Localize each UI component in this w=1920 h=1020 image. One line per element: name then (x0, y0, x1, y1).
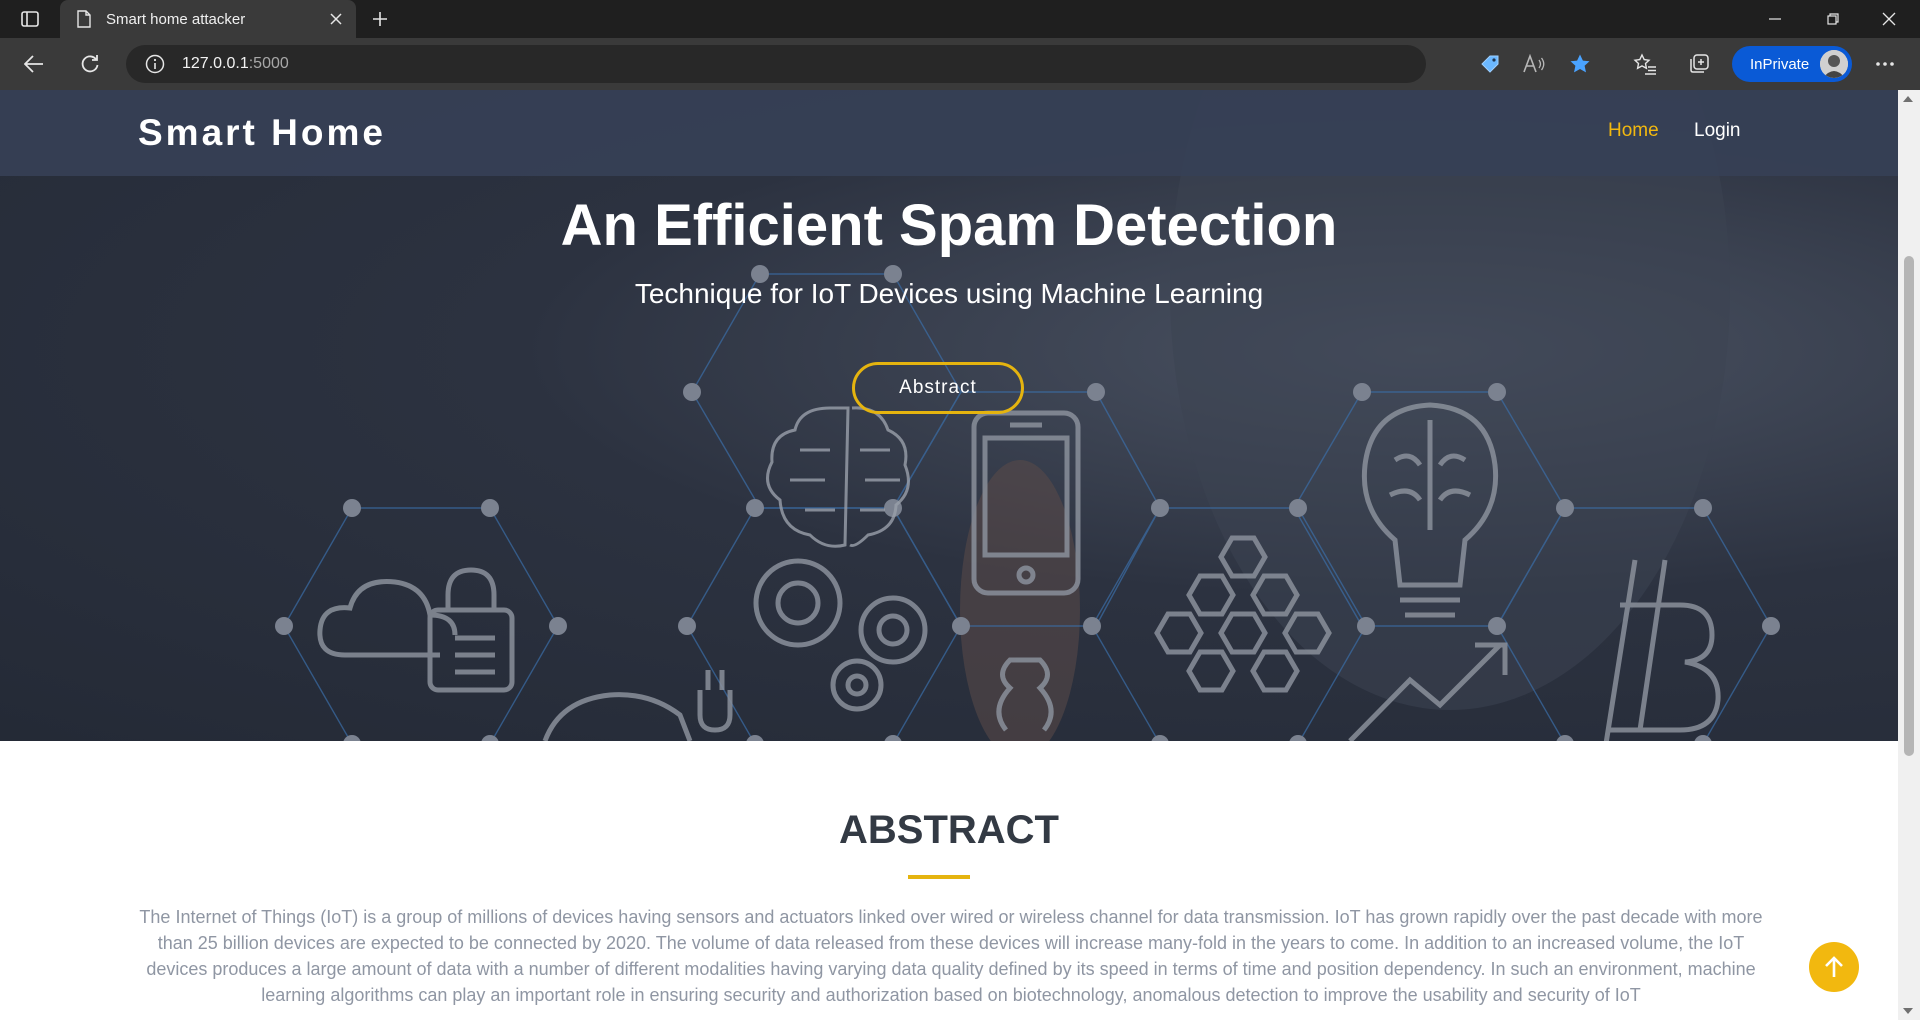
hero-title: An Efficient Spam Detection (560, 193, 1338, 258)
arrow-up-icon (1825, 956, 1843, 977)
page-viewport: Smart Home Home Login An Efficient Spam … (0, 90, 1898, 1020)
scrollbar-thumb[interactable] (1904, 256, 1914, 756)
read-aloud-icon[interactable] (1520, 50, 1548, 78)
url-host: 127.0.0.1 (182, 55, 249, 72)
inprivate-label: InPrivate (1750, 55, 1810, 73)
address-bar-row: 127.0.0.1:5000 InPrivate (0, 38, 1920, 90)
shopping-tag-icon[interactable] (1476, 50, 1504, 78)
tab-title: Smart home attacker (106, 10, 246, 28)
back-to-top-button[interactable] (1809, 942, 1859, 992)
nav-home-link[interactable]: Home (1608, 120, 1659, 142)
abstract-heading: ABSTRACT (839, 808, 1059, 852)
site-info-icon[interactable] (144, 53, 166, 75)
hero-background-graphic (275, 90, 1780, 741)
more-options-icon[interactable] (1870, 49, 1900, 79)
address-input[interactable]: 127.0.0.1:5000 (126, 45, 1426, 83)
site-logo[interactable]: Smart Home (138, 112, 386, 154)
abstract-button[interactable]: Abstract (852, 362, 1024, 414)
browser-tab[interactable]: Smart home attacker (60, 0, 356, 38)
page-scrollbar[interactable] (1898, 90, 1920, 1020)
close-tab-icon[interactable] (322, 5, 350, 33)
refresh-icon[interactable] (74, 48, 106, 80)
tab-actions-icon[interactable] (16, 7, 44, 31)
heading-underline (908, 875, 970, 879)
abstract-body: The Internet of Things (IoT) is a group … (139, 907, 1763, 1005)
new-tab-icon[interactable] (366, 5, 394, 33)
scroll-up-arrow-icon[interactable] (1903, 96, 1913, 102)
hero-section: Smart Home Home Login An Efficient Spam … (0, 90, 1898, 741)
back-arrow-icon[interactable] (18, 48, 50, 80)
favorite-star-icon[interactable] (1566, 50, 1594, 78)
restore-icon[interactable] (1806, 0, 1860, 38)
browser-tab-strip: Smart home attacker (0, 0, 1920, 38)
nav-login-link[interactable]: Login (1694, 120, 1741, 142)
site-header: Smart Home Home Login (0, 90, 1898, 176)
inprivate-button[interactable]: InPrivate (1732, 46, 1852, 82)
hero-subtitle: Technique for IoT Devices using Machine … (634, 278, 1264, 309)
close-window-icon[interactable] (1862, 0, 1916, 38)
url-port: :5000 (248, 55, 289, 72)
page-icon (74, 9, 94, 29)
favorites-list-icon[interactable] (1630, 49, 1660, 79)
minimize-icon[interactable] (1748, 0, 1802, 38)
scroll-down-arrow-icon[interactable] (1903, 1008, 1913, 1014)
collections-icon[interactable] (1684, 49, 1714, 79)
url-text: 127.0.0.1:5000 (182, 55, 289, 73)
avatar (1820, 50, 1848, 78)
